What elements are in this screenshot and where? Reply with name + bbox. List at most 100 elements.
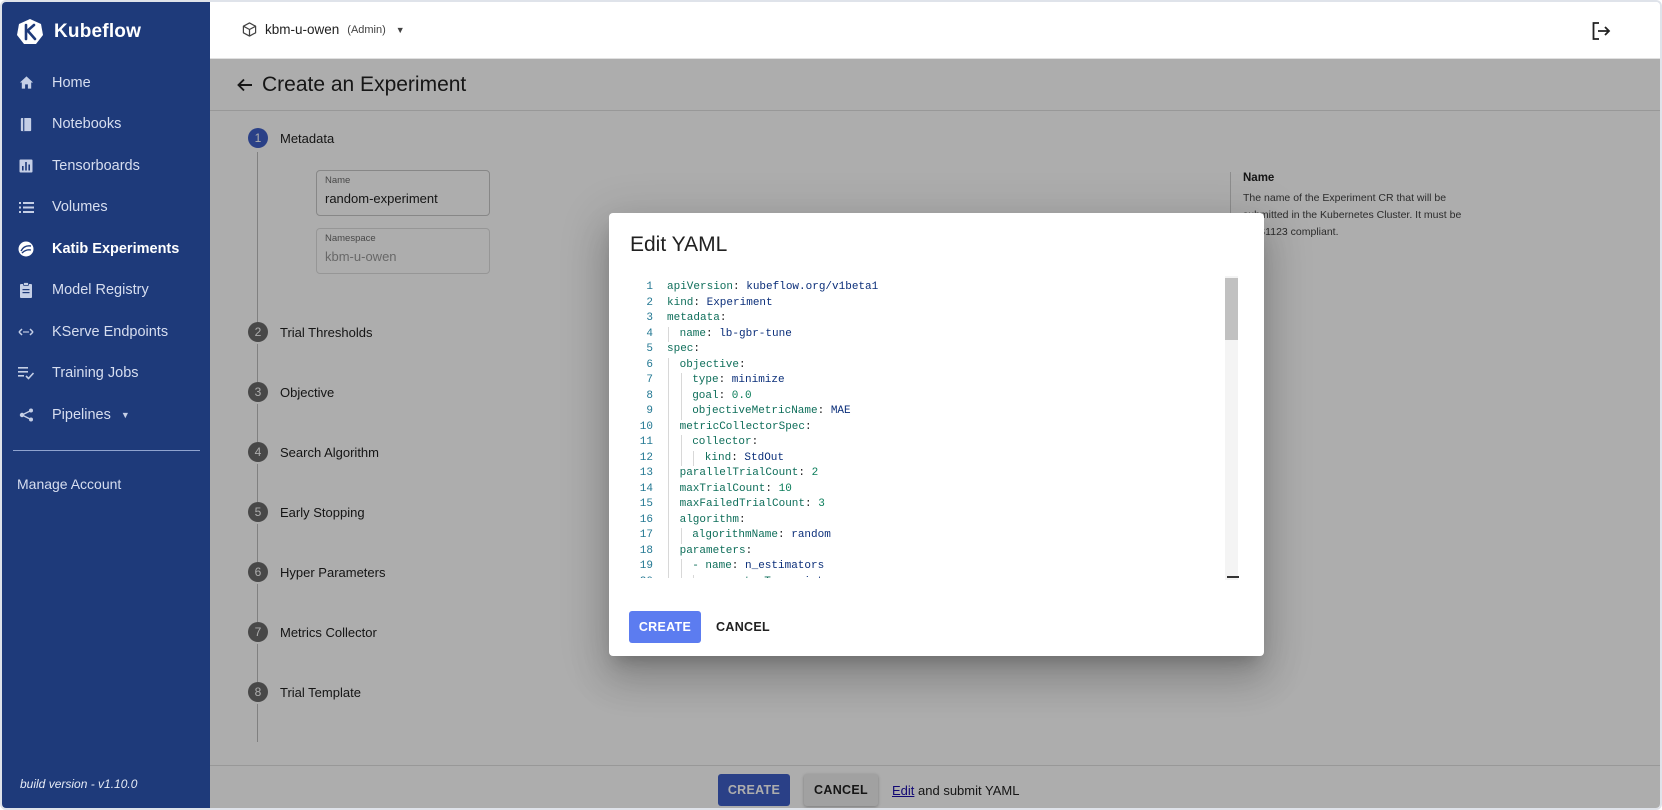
- sidebar-item-home[interactable]: Home: [2, 62, 210, 104]
- namespace-selector[interactable]: kbm-u-owen (Admin) ▼: [242, 22, 405, 37]
- line-number: 6: [646, 358, 653, 371]
- yaml-code: maxFailedTrialCount: 3: [680, 497, 825, 513]
- yaml-key: objective: [679, 358, 740, 371]
- yaml-code: kind: Experiment: [667, 296, 773, 312]
- sidebar-item-label: Model Registry: [52, 282, 149, 299]
- line-number: 13: [639, 467, 653, 479]
- yaml-colon: :: [739, 358, 753, 371]
- yaml-code: type: minimize: [692, 373, 784, 389]
- yaml-key: maxTrialCount: [679, 482, 766, 495]
- build-version: build version - v1.10.0: [20, 777, 138, 791]
- yaml-line: 17 algorithmName: random: [629, 528, 1229, 544]
- yaml-line: 13 parallelTrialCount: 2: [629, 466, 1229, 482]
- indent-guide: [668, 543, 669, 559]
- yaml-code: maxTrialCount: 10: [680, 482, 792, 498]
- list-icon: [18, 199, 34, 215]
- namespace-name: kbm-u-owen: [265, 22, 340, 37]
- yaml-key: goal: [692, 389, 719, 402]
- sidebar-item-label: Katib Experiments: [52, 240, 180, 257]
- sidebar-item-pipelines[interactable]: Pipelines ▼: [2, 394, 210, 436]
- yaml-colon: :: [731, 560, 745, 572]
- katib-icon: [18, 241, 34, 257]
- yaml-code: name: lb-gbr-tune: [680, 327, 792, 343]
- chevron-down-icon[interactable]: ▼: [121, 410, 130, 420]
- line-number: 5: [646, 343, 653, 355]
- dialog-create-button[interactable]: CREATE: [629, 611, 701, 643]
- yaml-code: algorithm:: [680, 513, 753, 529]
- brand[interactable]: Kubeflow: [16, 16, 141, 48]
- sidebar-divider: [13, 450, 200, 451]
- sidebar-item-model-registry[interactable]: Model Registry: [2, 270, 210, 312]
- yaml-code: goal: 0.0: [692, 389, 751, 405]
- indent-guide: [680, 388, 682, 404]
- sidebar-item-label: Pipelines: [52, 406, 111, 423]
- line-number: 14: [639, 482, 653, 495]
- indent-guide: [668, 481, 669, 497]
- yaml-colon: :: [739, 513, 753, 526]
- sidebar-item-label: Volumes: [52, 199, 108, 216]
- yaml-line: 9 objectiveMetricName: MAE: [629, 404, 1229, 420]
- yaml-colon: :: [805, 420, 819, 433]
- manage-account-link[interactable]: Manage Account: [17, 476, 121, 492]
- logout-icon[interactable]: [1590, 20, 1612, 42]
- yaml-code: parameters:: [680, 544, 759, 560]
- line-number: 17: [639, 529, 653, 541]
- yaml-code: apiVersion: kubeflow.org/v1beta1: [667, 280, 878, 296]
- line-number: 7: [646, 374, 653, 386]
- yaml-code: kind: StdOut: [705, 451, 784, 467]
- yaml-key: parameterType: [705, 576, 791, 579]
- yaml-colon: :: [718, 389, 732, 402]
- editor-scrollbar[interactable]: [1225, 276, 1238, 580]
- editor-overview-marker: [1227, 576, 1239, 578]
- yaml-key: type: [692, 374, 719, 386]
- yaml-line: 18 parameters:: [629, 543, 1229, 560]
- yaml-colon: :: [733, 281, 747, 293]
- yaml-code: spec:: [667, 342, 707, 358]
- book-icon: [18, 116, 34, 132]
- yaml-value: kubeflow.org/v1beta1: [746, 281, 879, 293]
- yaml-colon: :: [778, 529, 792, 541]
- yaml-line: 3 metadata:: [629, 311, 1229, 327]
- yaml-key: - name: [692, 560, 732, 572]
- cube-icon: [242, 22, 257, 37]
- yaml-value: 0.0: [731, 389, 752, 402]
- yaml-key: kind: [667, 296, 694, 309]
- yaml-colon: :: [745, 544, 759, 557]
- yaml-editor[interactable]: 1 apiVersion: kubeflow.org/v1beta1 2 kind: …: [629, 276, 1247, 578]
- sidebar-item-katib-experiments[interactable]: Katib Experiments: [2, 228, 210, 270]
- yaml-key: algorithmName: [692, 529, 779, 541]
- line-number: 11: [639, 436, 653, 448]
- line-number: 3: [646, 312, 653, 324]
- sidebar-item-tensorboards[interactable]: Tensorboards: [2, 145, 210, 187]
- yaml-key: collector: [692, 436, 752, 448]
- sidebar-item-kserve-endpoints[interactable]: KServe Endpoints: [2, 311, 210, 353]
- yaml-key: apiVersion: [667, 281, 734, 293]
- sidebar-item-notebooks[interactable]: Notebooks: [2, 104, 210, 146]
- indent-guide: [680, 450, 682, 466]
- line-number: 15: [639, 498, 653, 510]
- indent-guide: [680, 559, 682, 575]
- sidebar-item-volumes[interactable]: Volumes: [2, 187, 210, 229]
- yaml-key: spec: [667, 343, 694, 355]
- yaml-key: maxFailedTrialCount: [679, 498, 806, 510]
- yaml-line: 8 goal: 0.0: [629, 388, 1229, 405]
- yaml-key: parallelTrialCount: [679, 467, 799, 479]
- yaml-line: 15 maxFailedTrialCount: 3: [629, 497, 1229, 513]
- sidebar-item-label: KServe Endpoints: [52, 323, 169, 340]
- yaml-colon: :: [731, 451, 745, 464]
- yaml-value: minimize: [731, 374, 785, 386]
- yaml-value: random: [791, 529, 831, 541]
- editor-scrollbar-thumb[interactable]: [1225, 278, 1238, 340]
- yaml-value: MAE: [830, 405, 851, 417]
- indent-guide: [668, 574, 669, 578]
- sidebar-item-training-jobs[interactable]: Training Jobs: [2, 353, 210, 395]
- indent-guide: [668, 559, 669, 575]
- yaml-line: 11 collector:: [629, 435, 1229, 451]
- indent-guide: [680, 435, 682, 451]
- yaml-line: 1 apiVersion: kubeflow.org/v1beta1: [629, 280, 1229, 296]
- indent-guide: [668, 357, 669, 373]
- line-number: 4: [646, 327, 653, 340]
- dialog-cancel-button[interactable]: CANCEL: [713, 611, 773, 643]
- yaml-value: Experiment: [706, 296, 773, 309]
- yaml-key: algorithm: [679, 513, 740, 526]
